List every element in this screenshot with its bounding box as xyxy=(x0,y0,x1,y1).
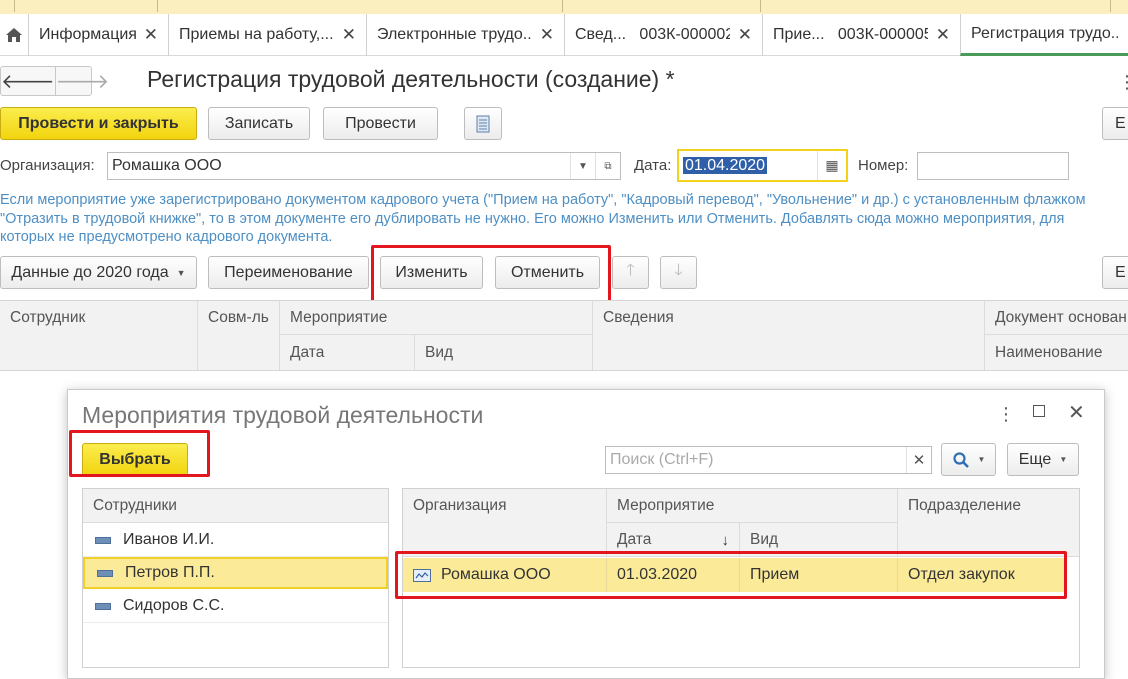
clear-icon[interactable]: ✕ xyxy=(906,447,931,473)
number-field[interactable] xyxy=(917,152,1069,180)
employee-name: Петров П.П. xyxy=(125,564,215,581)
post-button[interactable]: Провести xyxy=(323,107,438,140)
search-input[interactable]: Поиск (Ctrl+F) ✕ xyxy=(605,446,932,474)
save-button[interactable]: Записать xyxy=(208,107,310,140)
close-icon[interactable]: ✕ xyxy=(738,25,752,45)
more-button-top[interactable]: Е xyxy=(1102,107,1128,140)
event-org-value: Ромашка ООО xyxy=(441,566,551,583)
forward-arrow-icon[interactable]: 🡒 xyxy=(54,67,109,95)
chevron-down-icon: ▼ xyxy=(977,455,986,464)
col-date-label: Дата xyxy=(617,531,652,548)
home-button[interactable] xyxy=(0,14,28,56)
event-dept-cell[interactable]: Отдел закупок xyxy=(898,558,1066,592)
tab-registration-active[interactable]: Регистрация трудо... xyxy=(960,14,1128,56)
open-icon[interactable]: ⧉ xyxy=(595,153,620,179)
col-info[interactable]: Сведения xyxy=(593,301,985,370)
col-parttime[interactable]: Совм-ль xyxy=(198,301,280,370)
employee-name: Сидоров С.С. xyxy=(123,597,225,614)
col-event-kind[interactable]: Вид xyxy=(415,335,593,370)
col-event[interactable]: Мероприятие xyxy=(280,301,593,335)
tab-electronic-books[interactable]: Электронные трудо... ✕ xyxy=(366,14,564,56)
maximize-icon[interactable] xyxy=(1033,405,1045,417)
close-icon[interactable]: ✕ xyxy=(936,25,950,45)
tab-label: Информация xyxy=(39,26,136,43)
rename-button[interactable]: Переименование xyxy=(208,256,369,289)
tab-priem[interactable]: Прие... 003К-000005 ✕ xyxy=(762,14,960,56)
sort-down-arrow-icon: ↓ xyxy=(721,531,730,549)
employee-item[interactable]: Иванов И.И. xyxy=(83,524,388,557)
report-button[interactable] xyxy=(464,107,502,140)
col-event-date[interactable]: Дата xyxy=(280,335,415,370)
change-button[interactable]: Изменить xyxy=(380,256,483,289)
close-icon[interactable]: ✕ xyxy=(342,25,356,45)
more-options-icon[interactable]: ⋮ xyxy=(1118,72,1128,93)
dropdown-label: Данные до 2020 года xyxy=(11,263,169,281)
organization-label: Организация: xyxy=(0,157,95,174)
col-basis-name[interactable]: Наименование xyxy=(985,335,1128,370)
col-date-sorted[interactable]: Дата ↓ xyxy=(607,523,740,557)
employee-icon xyxy=(95,536,111,544)
employee-name: Иванов И.И. xyxy=(123,531,215,548)
dialog-title: Мероприятия трудовой деятельности xyxy=(82,402,484,428)
search-placeholder: Поиск (Ctrl+F) xyxy=(610,451,714,468)
organization-field[interactable]: Ромашка ООО ▼ ⧉ xyxy=(107,152,621,180)
chevron-down-icon[interactable]: ▼ xyxy=(570,153,595,179)
search-icon xyxy=(952,451,969,468)
page-title: Регистрация трудовой деятельности (созда… xyxy=(147,66,675,92)
organization-value: Ромашка ООО xyxy=(112,157,222,174)
document-list-icon xyxy=(476,115,490,132)
close-icon[interactable]: ✕ xyxy=(1068,400,1085,425)
move-up-button[interactable]: 🡑 xyxy=(612,256,649,289)
move-down-button[interactable]: 🡓 xyxy=(660,256,697,289)
col-event[interactable]: Мероприятие xyxy=(607,489,898,523)
tab-label: Регистрация трудо... xyxy=(971,24,1118,42)
more-button-table[interactable]: Е xyxy=(1102,256,1128,289)
date-field[interactable]: 01.04.2020 ▦ xyxy=(677,149,848,182)
employee-item[interactable]: Сидоров С.С. xyxy=(83,590,388,623)
col-department[interactable]: Подразделение xyxy=(898,489,1079,557)
col-basis-document[interactable]: Документ основан xyxy=(985,301,1128,335)
event-org-cell[interactable]: Ромашка ООО xyxy=(403,558,607,592)
chevron-down-icon: ▼ xyxy=(1059,455,1068,464)
tab-label: Прие... 003К-000005 xyxy=(773,26,928,43)
event-kind-cell[interactable]: Прием xyxy=(740,558,898,592)
tab-strip-top-band xyxy=(0,0,1128,14)
calendar-icon[interactable]: ▦ xyxy=(817,151,846,180)
event-record-icon xyxy=(413,568,431,582)
data-before-2020-dropdown[interactable]: Данные до 2020 года ▼ xyxy=(0,256,197,289)
tab-hirings[interactable]: Приемы на работу,... ✕ xyxy=(168,14,366,56)
date-label: Дата: xyxy=(634,157,672,174)
employee-icon xyxy=(95,602,111,610)
close-icon[interactable]: ✕ xyxy=(144,25,158,45)
col-kind[interactable]: Вид xyxy=(740,523,898,557)
col-organization[interactable]: Организация xyxy=(403,489,607,557)
col-employee[interactable]: Сотрудник xyxy=(0,301,198,370)
more-button-dialog[interactable]: Еще ▼ xyxy=(1007,443,1079,476)
tab-label: Приемы на работу,... xyxy=(179,26,334,43)
chevron-down-icon: ▼ xyxy=(176,267,186,278)
date-value: 01.04.2020 xyxy=(683,156,768,174)
employee-item-selected[interactable]: Петров П.П. xyxy=(83,557,388,589)
cancel-event-button[interactable]: Отменить xyxy=(495,256,600,289)
info-hint-text: Если мероприятие уже зарегистрировано до… xyxy=(0,192,1086,245)
arrow-down-icon: 🡓 xyxy=(674,262,683,279)
tab-svedeniya[interactable]: Свед... 003К-000002 ✕ xyxy=(564,14,762,56)
tab-information[interactable]: Информация ✕ xyxy=(28,14,168,56)
home-icon xyxy=(6,28,22,42)
search-button[interactable]: ▼ xyxy=(941,443,996,476)
nav-buttons: 🡐 🡒 xyxy=(0,66,109,96)
employees-header[interactable]: Сотрудники xyxy=(83,489,388,523)
more-label: Еще xyxy=(1018,450,1052,468)
dialog-more-icon[interactable]: ⋮ xyxy=(997,404,1015,425)
close-icon[interactable]: ✕ xyxy=(540,25,554,45)
select-button[interactable]: Выбрать xyxy=(82,443,188,476)
tab-label: Свед... 003К-000002 xyxy=(575,26,730,43)
event-date-cell[interactable]: 01.03.2020 xyxy=(607,558,740,592)
post-and-close-button[interactable]: Провести и закрыть xyxy=(0,107,197,140)
tab-label: Электронные трудо... xyxy=(377,26,532,43)
arrow-up-icon: 🡑 xyxy=(626,262,635,279)
number-label: Номер: xyxy=(858,157,909,174)
employee-icon xyxy=(97,569,113,577)
back-arrow-icon[interactable]: 🡐 xyxy=(1,67,55,95)
